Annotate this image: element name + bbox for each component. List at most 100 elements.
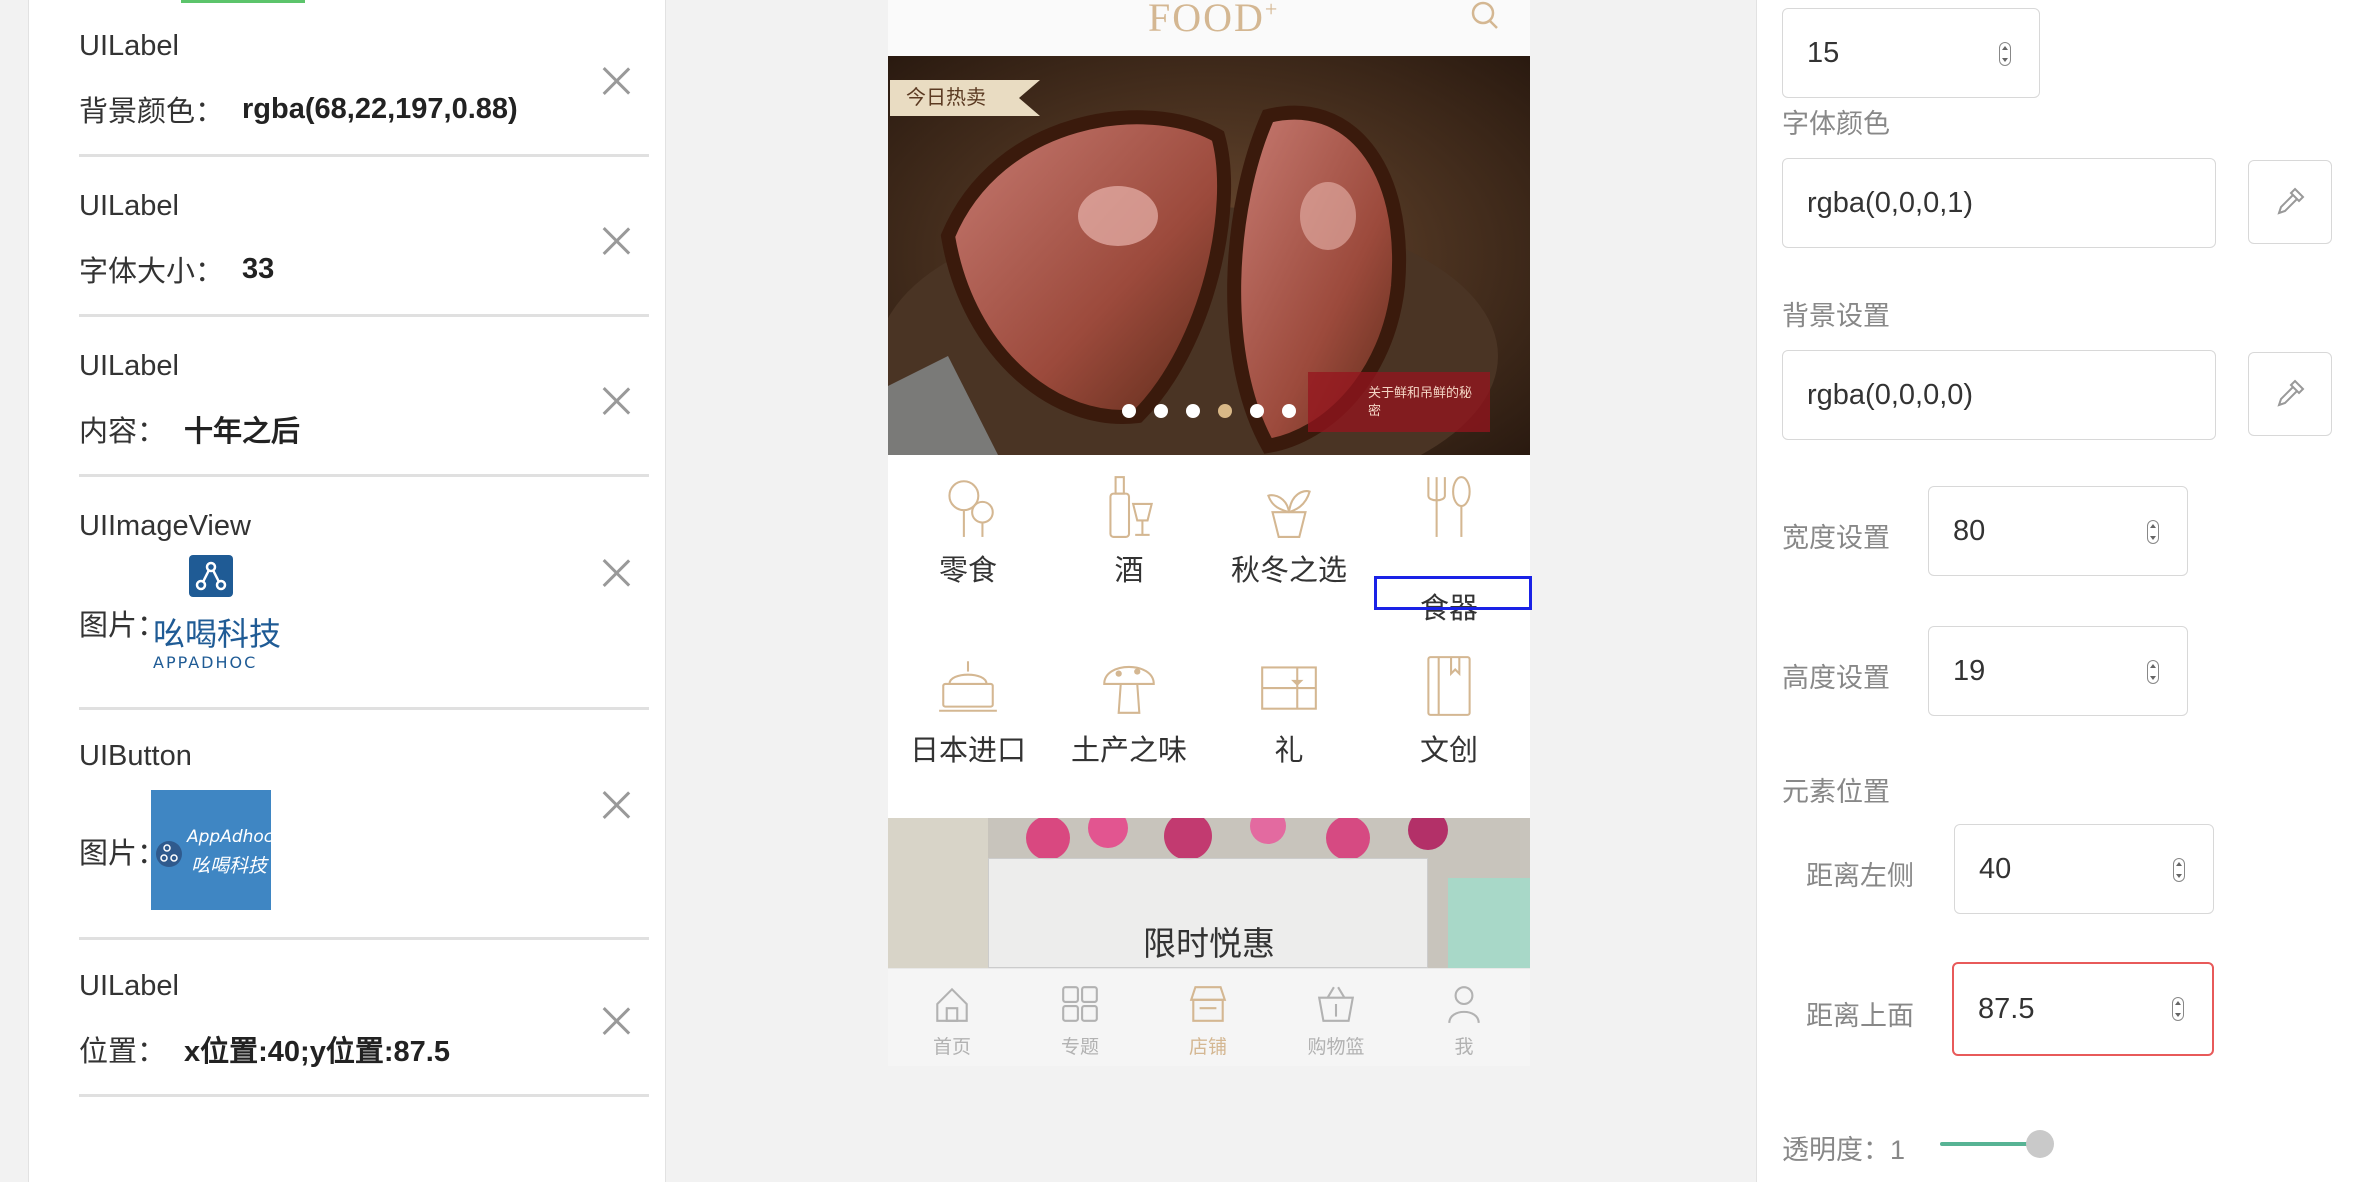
lollipop-icon [948,480,994,537]
tab-basket[interactable]: 购物篮 [1272,983,1400,1059]
user-icon [1448,986,1480,1024]
close-icon[interactable] [601,790,631,820]
svg-text:吆喝科技: 吆喝科技 [153,615,281,653]
font-size-value: 15 [1807,36,1840,69]
carousel-dot[interactable] [1186,404,1200,418]
category-item[interactable]: 土产之味 [1049,653,1209,769]
element-position-label: 元素位置 [1782,777,1890,807]
detail-key: 内容： [79,416,167,448]
eyedropper-icon [2277,187,2305,215]
font-size-stepper[interactable]: 15 [1782,8,2040,98]
width-stepper[interactable]: 80 [1928,486,2188,576]
svg-text:AppAdhoc: AppAdhoc [186,827,271,847]
close-icon[interactable] [601,558,631,588]
carousel-dot[interactable] [1250,404,1264,418]
svg-text:APPADHOC: APPADHOC [153,653,257,672]
width-label: 宽度设置 [1782,523,1890,553]
category-label: 土产之味 [1070,735,1187,767]
fork-spoon-icon [1427,476,1471,537]
detail-key: 位置： [79,1036,167,1068]
close-icon[interactable] [601,226,631,256]
wine-bottle-icon [1109,476,1154,538]
food-logo: FOOD+ [1148,0,1280,40]
height-stepper[interactable]: 19 [1928,626,2188,716]
element-type: UIButton [79,740,192,772]
list-item[interactable]: UILabel 位置： x位置:40;y位置:87.5 [79,940,649,1097]
category-item[interactable]: 秋冬之选 [1209,473,1369,589]
promo-banner[interactable]: 限时悦惠 [888,818,1530,968]
tab-label: 店铺 [1188,1037,1227,1058]
list-item[interactable]: UILabel 内容： 十年之后 [79,320,649,477]
stepper-arrows-icon[interactable] [2147,660,2159,684]
bg-color-field[interactable]: rgba(0,0,0,0) [1782,350,2216,440]
notebook-icon [1427,656,1471,716]
stepper-arrows-icon[interactable] [2147,520,2159,544]
detail-value: 十年之后 [184,416,301,448]
banner-carousel[interactable]: 今日热卖 关于鲜和吊鲜的秘密 [888,56,1530,455]
carousel-dot[interactable] [1122,404,1136,418]
tab-user[interactable]: 我 [1400,983,1528,1059]
carousel-dots[interactable] [1122,404,1296,418]
tab-home[interactable]: 首页 [888,983,1016,1059]
element-type: UILabel [79,30,179,62]
category-item[interactable]: 酒 [1049,473,1209,589]
category-item[interactable]: 礼 [1209,653,1369,769]
tab-bar: 首页 专题 店铺 购物篮 我 [888,968,1530,1066]
list-item[interactable]: UILabel 字体大小： 33 [79,160,649,317]
left-distance-stepper[interactable]: 40 [1954,824,2214,914]
selected-element-outline [1374,576,1532,610]
appadhoc-button-image: AppAdhoc 吆喝科技 [151,790,274,910]
element-detail: 位置： x位置:40;y位置:87.5 [79,1028,450,1070]
promo-label: 限时悦惠 [1143,925,1275,962]
category-label: 酒 [1114,555,1144,587]
carousel-dot[interactable] [1154,404,1168,418]
close-icon[interactable] [601,66,631,96]
stepper-arrows-icon[interactable] [2172,997,2184,1021]
mushroom-icon [1103,665,1155,714]
font-color-picker-button[interactable] [2248,160,2332,244]
category-item[interactable]: 日本进口 [888,653,1048,769]
app-header: FOOD+ [888,0,1530,56]
tab-grid[interactable]: 专题 [1016,983,1144,1059]
cake-icon [939,661,997,712]
element-type: UIImageView [79,510,251,542]
detail-value: rgba(68,22,197,0.88) [242,92,518,125]
opacity-slider-handle[interactable] [2026,1130,2054,1158]
category-label: 零食 [938,555,997,587]
category-item[interactable]: 零食 [888,473,1048,589]
eyedropper-icon [2277,379,2305,407]
gift-box-icon [1261,666,1317,710]
detail-key: 字体大小： [79,256,225,288]
detail-key: 背景颜色： [79,96,225,128]
phone-preview: FOOD+ 今日热卖 关于鲜和吊鲜的秘密 零食 酒 秋冬之选 食器 日本进口 土… [888,0,1532,1066]
font-color-field[interactable]: rgba(0,0,0,1) [1782,158,2216,248]
left-distance-value: 40 [1979,852,2012,885]
stepper-arrows-icon[interactable] [1999,42,2011,66]
carousel-dot[interactable] [1282,404,1296,418]
store-icon [1189,986,1227,1022]
element-detail: 字体大小： 33 [79,248,274,290]
left-distance-label: 距离左侧 [1806,861,1914,891]
potted-plant-icon [1267,490,1311,538]
banner-note: 关于鲜和吊鲜的秘密 [1308,372,1490,432]
top-distance-stepper[interactable]: 87.5 [1952,962,2214,1056]
category-label: 礼 [1274,735,1304,767]
category-item[interactable]: 文创 [1369,653,1529,769]
svg-text:吆喝科技: 吆喝科技 [191,855,269,877]
promo-card: 限时悦惠 [988,858,1428,968]
carousel-dot[interactable] [1218,404,1232,418]
element-type: UILabel [79,350,179,382]
stepper-arrows-icon[interactable] [2173,858,2185,882]
close-icon[interactable] [601,1006,631,1036]
list-item[interactable]: UILabel 背景颜色： rgba(68,22,197,0.88) [79,0,649,157]
bg-color-picker-button[interactable] [2248,352,2332,436]
detail-value: x位置:40;y位置:87.5 [184,1036,450,1068]
category-label: 日本进口 [909,735,1026,767]
font-color-label: 字体颜色 [1782,109,1890,139]
width-value: 80 [1953,514,1986,547]
tab-store[interactable]: 店铺 [1144,983,1272,1059]
today-hot-tag: 今日热卖 [890,80,1040,116]
close-icon[interactable] [601,386,631,416]
search-icon[interactable] [1468,0,1502,39]
modification-list-panel: UILabel 背景颜色： rgba(68,22,197,0.88) UILab… [28,0,666,1182]
